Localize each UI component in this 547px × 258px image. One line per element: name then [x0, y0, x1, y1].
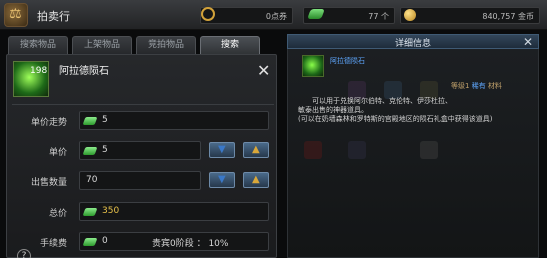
listing-panel: 搜索物品 上架物品 竞拍物品 搜索 198 阿拉德陨石 ✕ 单价走势 5 单价 … — [4, 34, 279, 258]
gem-icon — [82, 208, 98, 216]
background-slot — [348, 141, 366, 159]
item-type: 材料 — [487, 82, 502, 90]
quantity-decrease-button[interactable]: ▼ — [209, 172, 235, 188]
arrow-down-icon: ▼ — [218, 174, 226, 185]
unit-trend-value: 5 — [102, 115, 108, 125]
description-line: 可以用于兑换阿尔伯特、克伦特、伊莎杜拉、 — [312, 97, 452, 105]
divider — [12, 104, 274, 105]
unit-price-label: 单价 — [48, 148, 67, 158]
arrow-up-icon: ▲ — [252, 174, 260, 185]
gem-icon — [82, 238, 98, 246]
unit-trend-field: 5 — [79, 111, 269, 130]
fee-value: 0 — [102, 236, 108, 246]
quantity-value: 70 — [86, 175, 98, 185]
details-header: 详细信息 ✕ — [287, 34, 539, 49]
fee-label: 手续费 — [39, 239, 67, 249]
meteorite-item-icon — [302, 55, 324, 77]
item-description: 可以用于兑换阿尔伯特、克伦特、伊莎杜拉、 敏泰出售的神器道具。 (可以在奶墙森林… — [298, 97, 526, 124]
unit-price-value: 5 — [102, 145, 108, 155]
item-name: 阿拉德陨石 — [59, 66, 109, 77]
background-slot — [304, 141, 322, 159]
item-details-panel: 详细信息 ✕ 阿拉德陨石 等级1 稀有 材料 可以用于兑换阿尔伯特、克伦特、伊莎… — [287, 34, 539, 258]
points-coin-icon — [201, 7, 215, 21]
description-line: 敏泰出售的神器道具。 — [298, 106, 368, 114]
gem-icon — [82, 147, 98, 155]
tab-list-items[interactable]: 上架物品 — [72, 36, 132, 54]
arrow-down-icon: ▼ — [218, 144, 226, 155]
total-value: 350 — [102, 206, 120, 216]
total-field: 350 — [79, 202, 269, 221]
gold-value: 840,757 金币 — [482, 12, 534, 21]
sell-item-card: 198 阿拉德陨石 ✕ 单价走势 5 单价 5 ▼ ▲ 出售数量 70 ▼ ▲ … — [6, 54, 277, 258]
tab-search[interactable]: 搜索 — [200, 36, 260, 54]
gold-balance: 840,757 金币 — [400, 7, 540, 24]
item-stack-count: 198 — [30, 66, 48, 76]
help-icon[interactable]: ? — [17, 249, 31, 258]
auction-house-icon — [4, 3, 28, 27]
gem-value: 77 个 — [368, 12, 389, 21]
points-value: 0点券 — [265, 12, 287, 21]
top-bar: 拍卖行 0点券 77 个 840,757 金币 — [0, 0, 547, 30]
quantity-increase-button[interactable]: ▲ — [243, 172, 269, 188]
app-title: 拍卖行 — [37, 10, 70, 23]
total-label: 总价 — [48, 209, 67, 219]
item-level-line: 等级1 稀有 材料 — [451, 81, 502, 91]
unit-price-decrease-button[interactable]: ▼ — [209, 142, 235, 158]
unit-price-increase-button[interactable]: ▲ — [243, 142, 269, 158]
fee-field: 0 贵宾0阶段 ： 10% — [79, 232, 269, 251]
item-level: 等级1 — [451, 82, 470, 90]
unit-price-input[interactable]: 5 — [79, 141, 201, 160]
arrow-up-icon: ▲ — [252, 144, 260, 155]
details-body: 阿拉德陨石 等级1 稀有 材料 可以用于兑换阿尔伯特、克伦特、伊莎杜拉、 敏泰出… — [287, 49, 539, 258]
gold-coin-icon — [404, 9, 416, 21]
tab-search-items[interactable]: 搜索物品 — [8, 36, 68, 54]
quantity-label: 出售数量 — [30, 178, 67, 188]
details-item-name: 阿拉德陨石 — [330, 57, 365, 65]
details-title: 详细信息 — [394, 39, 431, 49]
tab-bid-items[interactable]: 竞拍物品 — [136, 36, 196, 54]
quantity-input[interactable]: 70 — [79, 171, 201, 190]
background-slot — [420, 141, 438, 159]
fee-tier: 贵宾0阶段 ： 10% — [152, 239, 229, 249]
item-rarity: 稀有 — [471, 82, 486, 90]
close-icon[interactable]: ✕ — [257, 63, 270, 79]
description-line: (可以在奶墙森林和罗特斯的宫殿地区的陨石礼盒中获得该道具) — [298, 115, 493, 123]
close-icon[interactable]: ✕ — [523, 35, 533, 49]
unit-trend-label: 单价走势 — [30, 118, 67, 128]
gem-icon — [82, 117, 98, 125]
